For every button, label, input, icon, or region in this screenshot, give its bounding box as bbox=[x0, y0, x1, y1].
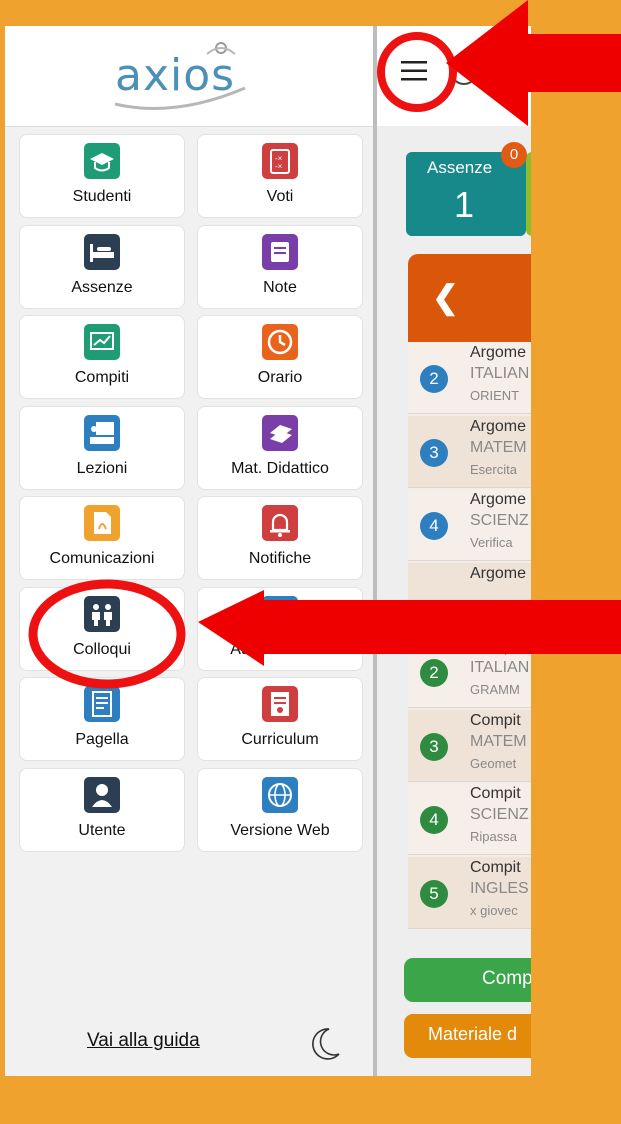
list-item-detail: Esercita bbox=[470, 461, 517, 477]
teacher-board-icon bbox=[84, 414, 120, 451]
menu-item-label: Mat. Didattico bbox=[231, 459, 329, 477]
annotation-circle-colloqui bbox=[28, 579, 186, 689]
menu-item-orario[interactable]: Orario bbox=[197, 315, 363, 399]
list-item-subject: SCIENZ bbox=[470, 512, 529, 529]
list-item-number: 3 bbox=[420, 438, 448, 467]
menu-item-label: Assenze bbox=[71, 278, 133, 296]
menu-item-studenti[interactable]: Studenti bbox=[19, 134, 185, 218]
calendar-header: ❮ bbox=[408, 254, 531, 342]
list-item-number: 4 bbox=[420, 806, 448, 834]
menu-item-label: Voti bbox=[266, 188, 294, 205]
list-item-number: 5 bbox=[420, 879, 448, 908]
list-item-subject: MATEM bbox=[470, 438, 527, 456]
grade-sheet-icon: -× -× bbox=[262, 143, 298, 179]
menu-item-utente[interactable]: Utente bbox=[19, 767, 185, 852]
menu-item-note[interactable]: Note bbox=[197, 224, 363, 309]
menu-item-label: Versione Web bbox=[230, 821, 330, 839]
svg-text:-×: -× bbox=[275, 162, 283, 171]
menu-item-notifiche[interactable]: Notifiche bbox=[197, 496, 363, 580]
list-item[interactable]: 4 Compit SCIENZ Ripassa bbox=[408, 783, 531, 855]
logo-text: axios bbox=[115, 50, 236, 101]
annotation-arrow-colloqui bbox=[198, 590, 621, 666]
list-item-subject: INGLES bbox=[470, 879, 529, 897]
list-item-subject: SCIENZ bbox=[470, 806, 529, 823]
list-item-subject: ITALIAN bbox=[470, 365, 530, 382]
menu-item-compiti[interactable]: Compiti bbox=[19, 315, 185, 399]
menu-item-label: Note bbox=[263, 278, 297, 296]
list-item-detail: Ripassa bbox=[470, 829, 517, 844]
app-screen: Assenze 1 0 ❮ 2 Argome ITALIAN ORIENT 3 Argom… bbox=[5, 26, 531, 1076]
list-item-title: Compit bbox=[470, 785, 521, 802]
books-icon bbox=[262, 414, 298, 451]
list-item[interactable]: 2 Argome ITALIAN ORIENT bbox=[408, 342, 531, 414]
list-item-title: Argome bbox=[470, 491, 527, 508]
menu-item-voti[interactable]: -× -× Voti bbox=[197, 134, 363, 218]
menu-item-label: Orario bbox=[257, 369, 303, 386]
menu-item-label: Utente bbox=[78, 821, 126, 839]
previous-chevron-icon[interactable]: ❮ bbox=[432, 278, 459, 316]
chart-board-icon bbox=[84, 324, 120, 360]
absences-value: 1 bbox=[454, 184, 475, 225]
list-item[interactable]: 3 Argome MATEM Esercita bbox=[408, 415, 531, 488]
list-item-detail: ORIENT bbox=[470, 388, 520, 403]
bell-icon bbox=[262, 505, 298, 541]
logo-header: axios bbox=[5, 26, 373, 127]
list-item-title: Argome bbox=[470, 417, 527, 435]
menu-item-comunicazioni[interactable]: Comunicazioni bbox=[19, 496, 185, 580]
materials-button[interactable]: Materiale d bbox=[404, 1014, 531, 1058]
menu-item-label: Studenti bbox=[72, 188, 132, 205]
user-icon bbox=[84, 776, 120, 813]
dashboard: Assenze 1 0 ❮ 2 Argome ITALIAN ORIENT 3 Argom… bbox=[377, 26, 531, 1076]
list-item-number: 2 bbox=[420, 365, 448, 393]
menu-item-label: Notifiche bbox=[248, 550, 312, 567]
list-item-detail: Verifica bbox=[470, 535, 513, 550]
list-item[interactable]: 4 Argome SCIENZ Verifica bbox=[408, 489, 531, 561]
globe-icon bbox=[262, 776, 298, 813]
menu-item-label: Compiti bbox=[74, 369, 130, 386]
list-item-title: Compit bbox=[470, 858, 521, 876]
menu-item-label: Pagella bbox=[75, 731, 129, 748]
graduation-cap-icon bbox=[84, 143, 120, 179]
menu-item-assenze[interactable]: Assenze bbox=[19, 224, 185, 309]
homework-button-label: Comp bbox=[482, 968, 531, 989]
pdf-document-icon bbox=[84, 505, 120, 541]
menu-item-label: Curriculum bbox=[241, 731, 319, 748]
green-card[interactable] bbox=[526, 152, 531, 236]
list-item-number: 3 bbox=[420, 732, 448, 761]
menu-item-versione-web[interactable]: Versione Web bbox=[197, 767, 363, 852]
list-item[interactable]: 3 Compit MATEM Geomet bbox=[408, 709, 531, 782]
list-item[interactable]: 5 Compit INGLES x giovec bbox=[408, 856, 531, 929]
list-item-number: 4 bbox=[420, 512, 448, 540]
annotation-arrow-top bbox=[446, 0, 621, 126]
menu-item-mat-didattico[interactable]: Mat. Didattico bbox=[197, 405, 363, 490]
list-item-detail: Geomet bbox=[470, 755, 517, 771]
menu-item-label: Lezioni bbox=[76, 459, 128, 477]
menu-item-lezioni[interactable]: Lezioni bbox=[19, 405, 185, 490]
materials-button-label: Materiale d bbox=[428, 1024, 518, 1044]
absences-label: Assenze bbox=[427, 158, 493, 177]
menu-item-label: Comunicazioni bbox=[49, 550, 155, 567]
list-item-title: Argome bbox=[470, 564, 527, 582]
absences-badge: 0 bbox=[501, 142, 527, 168]
note-icon bbox=[262, 233, 298, 270]
bed-icon bbox=[84, 233, 120, 270]
clock-icon bbox=[262, 324, 298, 360]
side-drawer: axios Studenti -× -× Voti Assenze Note Compiti… bbox=[5, 26, 377, 1076]
list-item-subject: MATEM bbox=[470, 732, 527, 750]
list-item-title: Argome bbox=[470, 344, 527, 361]
list-item-detail: x giovec bbox=[470, 902, 518, 918]
homework-button[interactable]: Comp bbox=[404, 958, 531, 1002]
guide-link[interactable]: Vai alla guida bbox=[87, 1030, 200, 1052]
dark-mode-moon-icon[interactable] bbox=[305, 1024, 345, 1064]
